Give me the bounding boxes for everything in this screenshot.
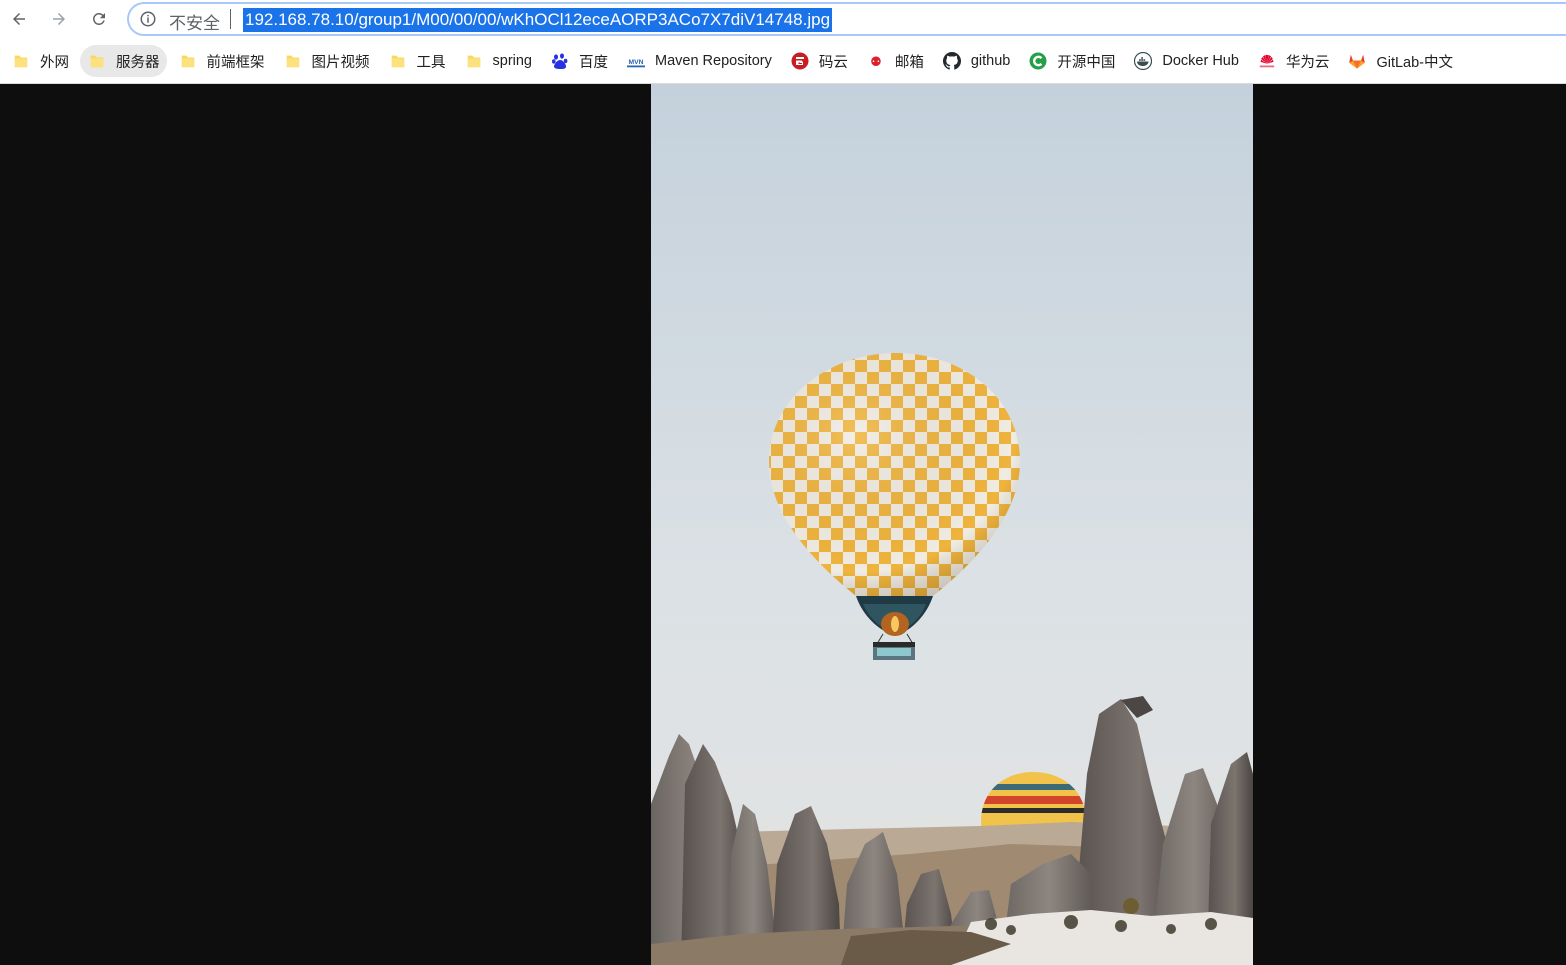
bookmark-label: 开源中国 — [1057, 54, 1116, 71]
bookmark-label: github — [970, 53, 1011, 69]
bookmarks-bar: 外网 服务器 前端框架 图片视频 工具 spring 百度 MVN Maven Reposito… — [0, 42, 1566, 80]
bookmark-item[interactable]: 服务器 — [80, 45, 167, 77]
folder-icon — [179, 52, 197, 70]
bookmark-label: 前端框架 — [206, 54, 265, 71]
arrow-right-icon — [53, 13, 65, 25]
forward-button[interactable] — [46, 6, 72, 32]
github-icon — [942, 52, 961, 70]
bookmark-label: 外网 — [40, 54, 69, 71]
bookmark-item[interactable]: 工具 — [381, 45, 453, 77]
security-status-label[interactable]: 不安全 — [169, 9, 220, 34]
bookmark-item[interactable]: 外网 — [4, 45, 76, 77]
folder-icon — [284, 52, 302, 70]
bookmark-label: GitLab-中文 — [1376, 54, 1453, 71]
baidu-icon — [551, 52, 569, 70]
folder-icon — [389, 52, 407, 70]
address-bar[interactable]: 不安全 192.168.78.10/group1/M00/00/00/wKhOC… — [127, 2, 1566, 36]
bookmark-item[interactable]: GitLab-中文 — [1340, 45, 1460, 77]
mail-163-icon: ⚉ — [867, 52, 885, 70]
bookmark-item[interactable]: 开源中国 — [1021, 45, 1122, 77]
reload-icon — [92, 12, 105, 25]
reload-button[interactable] — [86, 6, 112, 32]
hot-air-balloon-photo — [651, 84, 1253, 965]
bookmark-label: 工具 — [416, 54, 446, 71]
bookmark-item[interactable]: 华为云 — [1250, 45, 1337, 77]
svg-text:⚉: ⚉ — [870, 55, 882, 70]
bookmark-item[interactable]: Docker Hub — [1126, 45, 1246, 77]
browser-chrome: 不安全 192.168.78.10/group1/M00/00/00/wKhOC… — [0, 0, 1566, 84]
bookmark-label: 邮箱 — [894, 54, 924, 71]
arrow-left-icon — [13, 13, 25, 25]
folder-icon — [465, 52, 483, 70]
bookmark-label: spring — [492, 53, 533, 69]
svg-text:MVN: MVN — [629, 59, 644, 66]
bookmark-item[interactable]: 前端框架 — [171, 45, 272, 77]
url-text[interactable]: 192.168.78.10/group1/M00/00/00/wKhOCl12e… — [243, 8, 833, 32]
back-button[interactable] — [6, 6, 32, 32]
bookmark-label: 百度 — [579, 54, 608, 71]
oschina-icon — [1029, 52, 1047, 70]
bookmark-label: Docker Hub — [1162, 53, 1239, 69]
bookmark-item[interactable]: ⚉ 邮箱 — [859, 45, 931, 77]
huawei-icon — [1258, 52, 1276, 70]
bookmark-item[interactable]: 百度 — [543, 45, 615, 77]
gitee-icon — [791, 52, 809, 70]
bookmark-item[interactable]: 图片视频 — [276, 45, 377, 77]
browser-toolbar: 不安全 192.168.78.10/group1/M00/00/00/wKhOC… — [0, 0, 1566, 38]
bookmark-label: 码云 — [818, 54, 848, 71]
bookmark-item[interactable]: github — [935, 45, 1018, 77]
page-viewport — [0, 84, 1566, 965]
gitlab-icon — [1348, 52, 1366, 70]
bookmark-item[interactable]: spring — [457, 45, 540, 77]
folder-icon — [12, 52, 30, 70]
bookmark-item[interactable]: MVN Maven Repository — [619, 45, 779, 77]
bookmark-label: 华为云 — [1285, 54, 1330, 71]
bookmark-label: 服务器 — [116, 54, 160, 71]
maven-icon: MVN — [627, 52, 645, 70]
bookmark-label: 图片视频 — [311, 54, 370, 71]
folder-icon — [88, 52, 106, 70]
bookmark-label: Maven Repository — [655, 53, 772, 69]
bookmark-item[interactable]: 码云 — [783, 45, 855, 77]
info-icon[interactable] — [139, 10, 157, 28]
docker-icon — [1134, 52, 1153, 70]
omnibox-separator — [230, 9, 231, 29]
